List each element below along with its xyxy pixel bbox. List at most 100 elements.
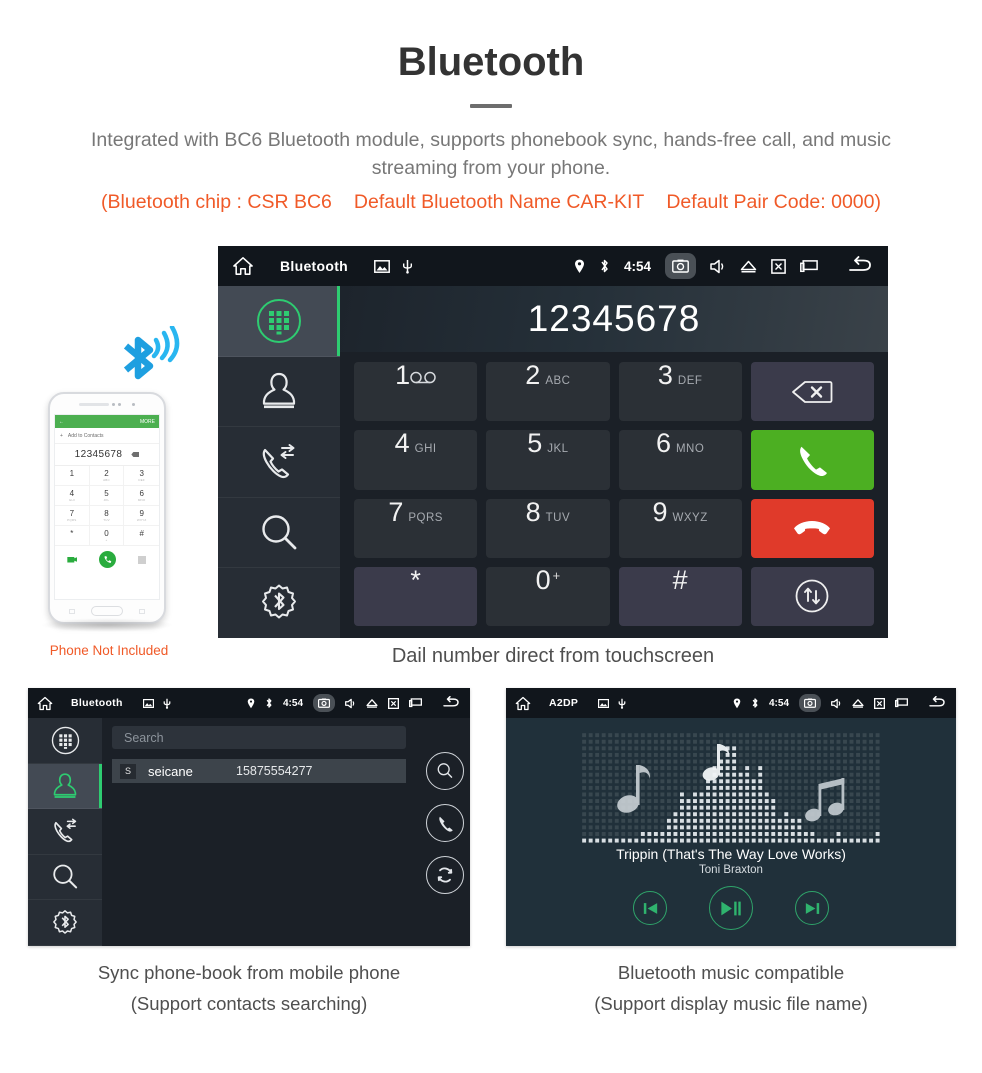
digit-0-key[interactable]: 0 + bbox=[486, 566, 610, 626]
phone-not-included-label: Phone Not Included bbox=[49, 643, 169, 658]
next-button[interactable] bbox=[795, 891, 829, 925]
key-digit: * bbox=[410, 564, 421, 595]
digit-6-key[interactable]: 6 MNO bbox=[618, 428, 742, 490]
digit-1-key[interactable]: 1 bbox=[354, 362, 478, 422]
digit-4-key[interactable]: 4 GHI bbox=[354, 430, 478, 490]
music-main: Trippin (That's The Way Love Works) Toni… bbox=[506, 718, 956, 946]
recents-icon[interactable] bbox=[409, 698, 422, 708]
recents-icon[interactable] bbox=[895, 698, 908, 708]
eject-icon[interactable] bbox=[852, 698, 864, 708]
sidebar-item-bluetooth-settings[interactable] bbox=[28, 900, 102, 946]
sidebar-item-bluetooth-settings[interactable] bbox=[218, 568, 340, 638]
phone-key-8[interactable]: 8 TUV bbox=[89, 506, 125, 526]
page-root: Bluetooth Integrated with BC6 Bluetooth … bbox=[0, 0, 982, 1073]
volume-icon[interactable] bbox=[710, 259, 726, 274]
hash-key[interactable]: # bbox=[618, 566, 742, 626]
search-input[interactable]: Search bbox=[112, 726, 406, 749]
home-icon[interactable] bbox=[515, 696, 531, 711]
screenshot-icon[interactable] bbox=[313, 694, 335, 712]
bluetooth-icon bbox=[265, 697, 273, 709]
phone-key-digit: 8 bbox=[104, 508, 109, 518]
contacts-icon bbox=[262, 373, 296, 409]
digit-3-key[interactable]: 3 DEF bbox=[618, 362, 742, 422]
phone-key-4[interactable]: 4 GHI bbox=[55, 486, 90, 506]
close-window-icon[interactable] bbox=[874, 697, 885, 709]
play-pause-button[interactable] bbox=[709, 886, 753, 930]
contacts-sync-button[interactable] bbox=[426, 856, 464, 894]
phone-key-digit: 0 bbox=[104, 528, 109, 538]
contacts-search-button[interactable] bbox=[426, 752, 464, 790]
digit-8-key[interactable]: 8 TUV bbox=[486, 498, 610, 558]
sync-icon bbox=[437, 867, 453, 883]
contacts-list: Sseicane 15875554277 bbox=[112, 749, 462, 783]
phone-key-0[interactable]: 0 + bbox=[89, 526, 125, 546]
phone-key-star[interactable]: * bbox=[55, 526, 90, 546]
phone-key-digit: * bbox=[70, 528, 74, 538]
phone-back-icon[interactable]: ← bbox=[59, 419, 64, 425]
phone-key-letters: WXYZ bbox=[136, 517, 147, 522]
digit-2-key[interactable]: 2 ABC bbox=[486, 362, 610, 422]
eject-icon[interactable] bbox=[740, 259, 757, 273]
phone-key-5[interactable]: 5 JKL bbox=[89, 486, 125, 506]
phone-key-3[interactable]: 3 DEF bbox=[124, 466, 159, 486]
phone-key-letters: PQRS bbox=[67, 517, 77, 522]
phone-key-2[interactable]: 2 ABC bbox=[89, 466, 125, 486]
phone-key-7[interactable]: 7 PQRS bbox=[55, 506, 90, 526]
contacts-icon bbox=[53, 773, 77, 798]
phone-key-9[interactable]: 9 WXYZ bbox=[124, 506, 159, 526]
eject-icon[interactable] bbox=[366, 698, 378, 708]
sidebar-item-call-history[interactable] bbox=[218, 427, 340, 498]
transfer-audio-key[interactable] bbox=[750, 566, 874, 626]
call-key[interactable] bbox=[750, 430, 874, 490]
search-icon bbox=[437, 763, 453, 778]
track-title: Trippin (That's The Way Love Works) bbox=[616, 846, 846, 862]
sidebar-item-call-history[interactable] bbox=[28, 809, 102, 855]
sidebar-item-search[interactable] bbox=[218, 498, 340, 569]
phone-add-to-contacts[interactable]: + Add to Contacts bbox=[55, 428, 159, 444]
star-key[interactable]: * bbox=[354, 564, 478, 626]
recents-icon[interactable] bbox=[800, 259, 818, 273]
screenshot-icon[interactable] bbox=[665, 253, 696, 279]
voicemail-icon bbox=[410, 371, 436, 389]
digit-7-key[interactable]: 7 PQRS bbox=[354, 498, 478, 558]
screenshot-icon[interactable] bbox=[799, 694, 821, 712]
digit-9-key[interactable]: 9 WXYZ bbox=[618, 498, 742, 558]
back-arrow-icon[interactable] bbox=[846, 256, 874, 276]
clock: 4:54 bbox=[768, 697, 789, 709]
sidebar-item-dialpad[interactable] bbox=[218, 286, 340, 357]
close-window-icon[interactable] bbox=[388, 697, 399, 709]
backspace-key[interactable] bbox=[750, 362, 874, 422]
back-arrow-icon[interactable] bbox=[927, 696, 947, 710]
contacts-call-button[interactable] bbox=[426, 804, 464, 842]
sidebar-item-contacts[interactable] bbox=[28, 763, 102, 810]
phone-keyboard-button[interactable] bbox=[124, 555, 159, 564]
sidebar-item-dialpad[interactable] bbox=[28, 718, 102, 764]
digit-5-key[interactable]: 5 JKL bbox=[486, 430, 610, 490]
key-digit: 6 bbox=[655, 428, 671, 459]
phone-more-button[interactable]: MORE bbox=[140, 419, 155, 425]
search-icon bbox=[53, 864, 78, 889]
sidebar-item-contacts[interactable] bbox=[218, 357, 340, 428]
phone-key-6[interactable]: 6 MNO bbox=[124, 486, 159, 506]
key-letters: WXYZ bbox=[672, 511, 708, 524]
volume-icon[interactable] bbox=[345, 698, 356, 709]
volume-icon[interactable] bbox=[831, 698, 842, 709]
hangup-key[interactable] bbox=[750, 498, 874, 558]
phone-video-call-button[interactable] bbox=[55, 556, 90, 563]
back-arrow-icon[interactable] bbox=[441, 696, 461, 710]
phone-key-letters bbox=[141, 538, 142, 542]
contacts-action-buttons bbox=[426, 752, 464, 894]
home-icon[interactable] bbox=[232, 256, 254, 276]
phone-key-1[interactable]: 1 bbox=[55, 466, 90, 486]
home-icon[interactable] bbox=[37, 696, 53, 711]
phone-key-hash[interactable]: # bbox=[124, 526, 159, 546]
contact-row[interactable]: Sseicane 15875554277 bbox=[112, 759, 406, 783]
phone-call-button[interactable] bbox=[90, 551, 125, 568]
backspace-icon bbox=[792, 380, 833, 403]
sidebar-item-search[interactable] bbox=[28, 855, 102, 901]
phone-backspace-icon[interactable] bbox=[131, 452, 140, 457]
previous-button[interactable] bbox=[633, 891, 667, 925]
contacts-screen: Bluetooth 4:54 Search S seicane 15875554… bbox=[28, 688, 470, 946]
close-window-icon[interactable] bbox=[771, 258, 786, 274]
contacts-caption: Sync phone-book from mobile phone (Suppo… bbox=[28, 958, 470, 1019]
